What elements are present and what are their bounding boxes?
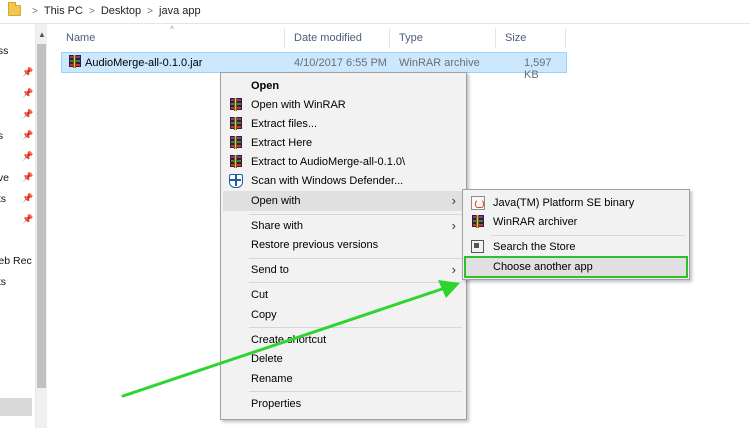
- annotation-arrow-icon: [121, 280, 460, 398]
